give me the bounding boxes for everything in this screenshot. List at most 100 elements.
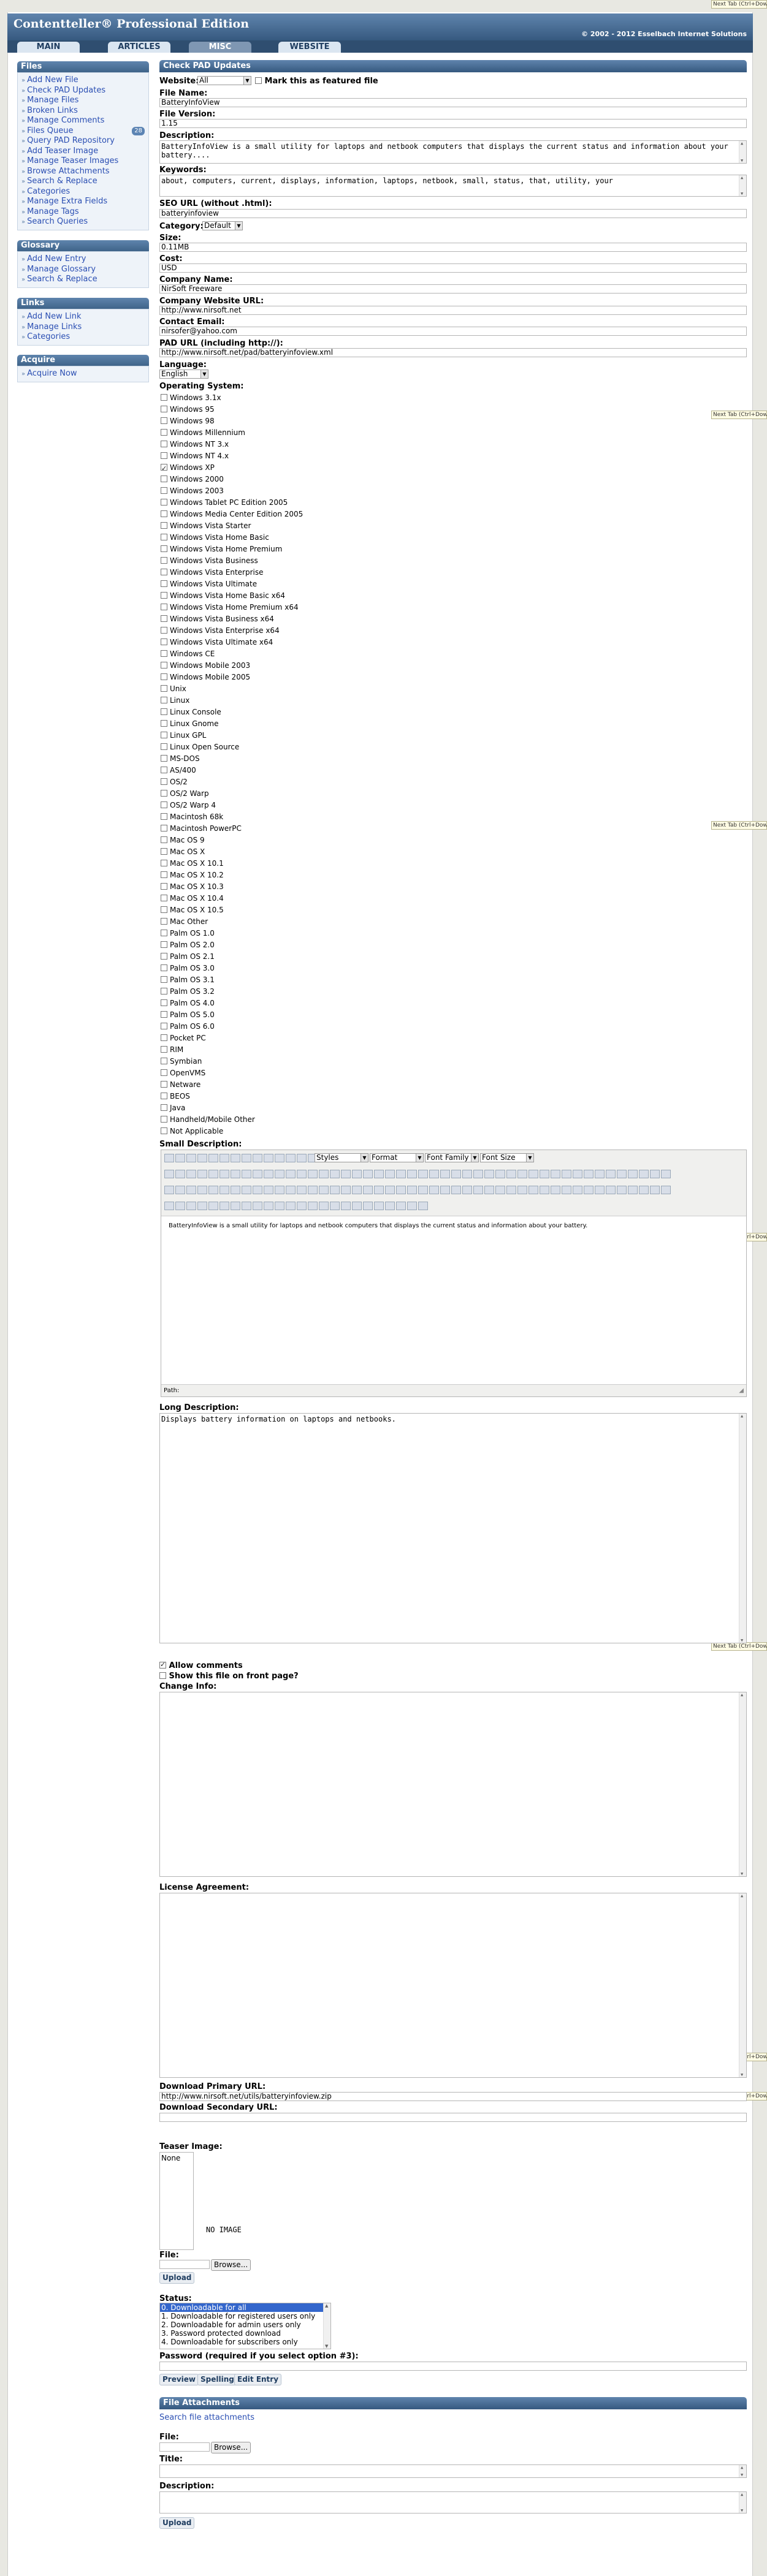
os-checkbox[interactable]	[161, 697, 167, 703]
os-option[interactable]: OS/2 Warp	[161, 788, 209, 800]
toolbar-button-icon[interactable]	[186, 1170, 196, 1178]
status-option[interactable]: 1. Downloadable for registered users onl…	[160, 2312, 330, 2320]
toolbar-button-icon[interactable]	[495, 1170, 505, 1178]
os-option[interactable]: Windows Vista Home Premium x64	[161, 602, 299, 613]
toolbar-button-icon[interactable]	[573, 1170, 582, 1178]
toolbar-button-icon[interactable]	[253, 1154, 262, 1162]
toolbar-button-icon[interactable]	[584, 1170, 593, 1178]
status-option[interactable]: 3. Password protected download	[160, 2329, 330, 2338]
toolbar-button-icon[interactable]	[429, 1186, 439, 1194]
os-option[interactable]: Mac Other	[161, 916, 208, 928]
password-input[interactable]	[159, 2362, 747, 2371]
toolbar-button-icon[interactable]	[231, 1170, 240, 1178]
scrollbar[interactable]	[739, 2465, 746, 2477]
toolbar-button-icon[interactable]	[617, 1170, 627, 1178]
sidebar-item-files[interactable]: » Manage Tags	[18, 207, 148, 218]
editor-content[interactable]: BatteryInfoView is a small utility for l…	[161, 1216, 746, 1384]
font-family-select[interactable]: Font Family ▼	[425, 1153, 479, 1162]
sidebar-item-files[interactable]: » Add New File	[18, 75, 148, 86]
toolbar-button-icon[interactable]	[297, 1186, 307, 1194]
toolbar-button-icon[interactable]	[286, 1154, 296, 1162]
sidebar-item-glossary[interactable]: » Manage Glossary	[18, 265, 148, 275]
sidebar-item-files[interactable]: » Manage Comments	[18, 116, 148, 126]
toolbar-button-icon[interactable]	[330, 1186, 340, 1194]
os-option[interactable]: Linux Gnome	[161, 718, 218, 730]
scrollbar[interactable]	[323, 2303, 330, 2349]
dl-primary-input[interactable]: http://www.nirsoft.net/utils/batteryinfo…	[159, 2092, 747, 2101]
tab-articles[interactable]: ARTICLES	[108, 42, 170, 53]
change-info-textarea[interactable]	[159, 1692, 747, 1877]
os-option[interactable]: Windows Vista Home Basic x64	[161, 590, 285, 602]
os-option[interactable]: Windows Millennium	[161, 427, 245, 439]
toolbar-button-icon[interactable]	[540, 1186, 549, 1194]
toolbar-button-icon[interactable]	[418, 1186, 428, 1194]
os-checkbox[interactable]	[161, 650, 167, 657]
pad-url-input[interactable]: http://www.nirsoft.net/pad/batteryinfovi…	[159, 348, 747, 357]
toolbar-button-icon[interactable]	[242, 1170, 251, 1178]
toolbar-button-icon[interactable]	[661, 1186, 671, 1194]
os-option[interactable]: Palm OS 5.0	[161, 1009, 215, 1021]
toolbar-button-icon[interactable]	[164, 1186, 174, 1194]
spelling-button[interactable]: Spelling	[197, 2374, 237, 2385]
os-option[interactable]: Windows 2003	[161, 485, 224, 497]
toolbar-button-icon[interactable]	[352, 1202, 362, 1210]
toolbar-button-icon[interactable]	[385, 1170, 395, 1178]
toolbar-button-icon[interactable]	[264, 1170, 273, 1178]
toolbar-button-icon[interactable]	[407, 1202, 417, 1210]
os-option[interactable]: Macintosh PowerPC	[161, 823, 242, 835]
os-option[interactable]: Macintosh 68k	[161, 811, 223, 823]
resize-grip-icon[interactable]: ◢	[739, 1385, 744, 1397]
sidebar-item-files[interactable]: » Categories	[18, 187, 148, 197]
styles-select[interactable]: Styles ▼	[315, 1153, 368, 1162]
next-tab-hint[interactable]: Next Tab (Ctrl+Down)	[711, 0, 767, 9]
os-checkbox[interactable]	[161, 406, 167, 412]
os-option[interactable]: Linux GPL	[161, 730, 206, 741]
next-tab-hint[interactable]: Next Tab (Ctrl+Down)	[711, 821, 767, 830]
os-option[interactable]: Palm OS 3.2	[161, 986, 215, 998]
os-option[interactable]: MS-DOS	[161, 753, 200, 765]
toolbar-button-icon[interactable]	[319, 1186, 329, 1194]
toolbar-button-icon[interactable]	[297, 1202, 307, 1210]
os-checkbox[interactable]	[161, 732, 167, 738]
toolbar-button-icon[interactable]	[606, 1186, 616, 1194]
toolbar-button-icon[interactable]	[231, 1186, 240, 1194]
os-option[interactable]: Mac OS X 10.5	[161, 904, 224, 916]
os-option[interactable]: Windows Vista Ultimate x64	[161, 637, 273, 648]
os-option[interactable]: Mac OS X	[161, 846, 205, 858]
os-checkbox[interactable]	[161, 522, 167, 529]
sidebar-item-glossary[interactable]: » Add New Entry	[18, 254, 148, 265]
os-option[interactable]: OS/2 Warp 4	[161, 800, 216, 811]
toolbar-button-icon[interactable]	[374, 1202, 384, 1210]
os-checkbox[interactable]	[161, 545, 167, 552]
os-option[interactable]: Palm OS 3.1	[161, 974, 215, 986]
toolbar-button-icon[interactable]	[208, 1202, 218, 1210]
status-option[interactable]: 0. Downloadable for all	[160, 2303, 330, 2312]
os-option[interactable]: Netware	[161, 1079, 200, 1091]
toolbar-button-icon[interactable]	[242, 1202, 251, 1210]
toolbar-button-icon[interactable]	[650, 1170, 660, 1178]
toolbar-button-icon[interactable]	[374, 1170, 384, 1178]
os-checkbox[interactable]	[161, 953, 167, 960]
toolbar-button-icon[interactable]	[186, 1186, 196, 1194]
toolbar-button-icon[interactable]	[197, 1186, 207, 1194]
os-checkbox[interactable]	[161, 1023, 167, 1029]
website-select[interactable]: All ▼	[197, 76, 251, 85]
scrollbar[interactable]	[739, 141, 746, 163]
os-option[interactable]: Palm OS 4.0	[161, 998, 215, 1009]
toolbar-button-icon[interactable]	[341, 1202, 351, 1210]
os-option[interactable]: Windows Vista Home Basic	[161, 532, 269, 544]
toolbar-button-icon[interactable]	[473, 1170, 483, 1178]
toolbar-button-icon[interactable]	[275, 1154, 284, 1162]
os-checkbox[interactable]	[161, 604, 167, 610]
toolbar-button-icon[interactable]	[396, 1186, 406, 1194]
toolbar-button-icon[interactable]	[595, 1170, 605, 1178]
teaser-image-list[interactable]: None	[159, 2152, 194, 2250]
toolbar-button-icon[interactable]	[197, 1170, 207, 1178]
os-option[interactable]: Java	[161, 1102, 185, 1114]
status-listbox[interactable]: 0. Downloadable for all1. Downloadable f…	[159, 2303, 331, 2349]
os-checkbox[interactable]	[161, 441, 167, 447]
browse-button[interactable]: Browse...	[211, 2259, 251, 2271]
toolbar-button-icon[interactable]	[231, 1202, 240, 1210]
attach-upload-button[interactable]: Upload	[159, 2517, 195, 2529]
toolbar-button-icon[interactable]	[639, 1170, 649, 1178]
